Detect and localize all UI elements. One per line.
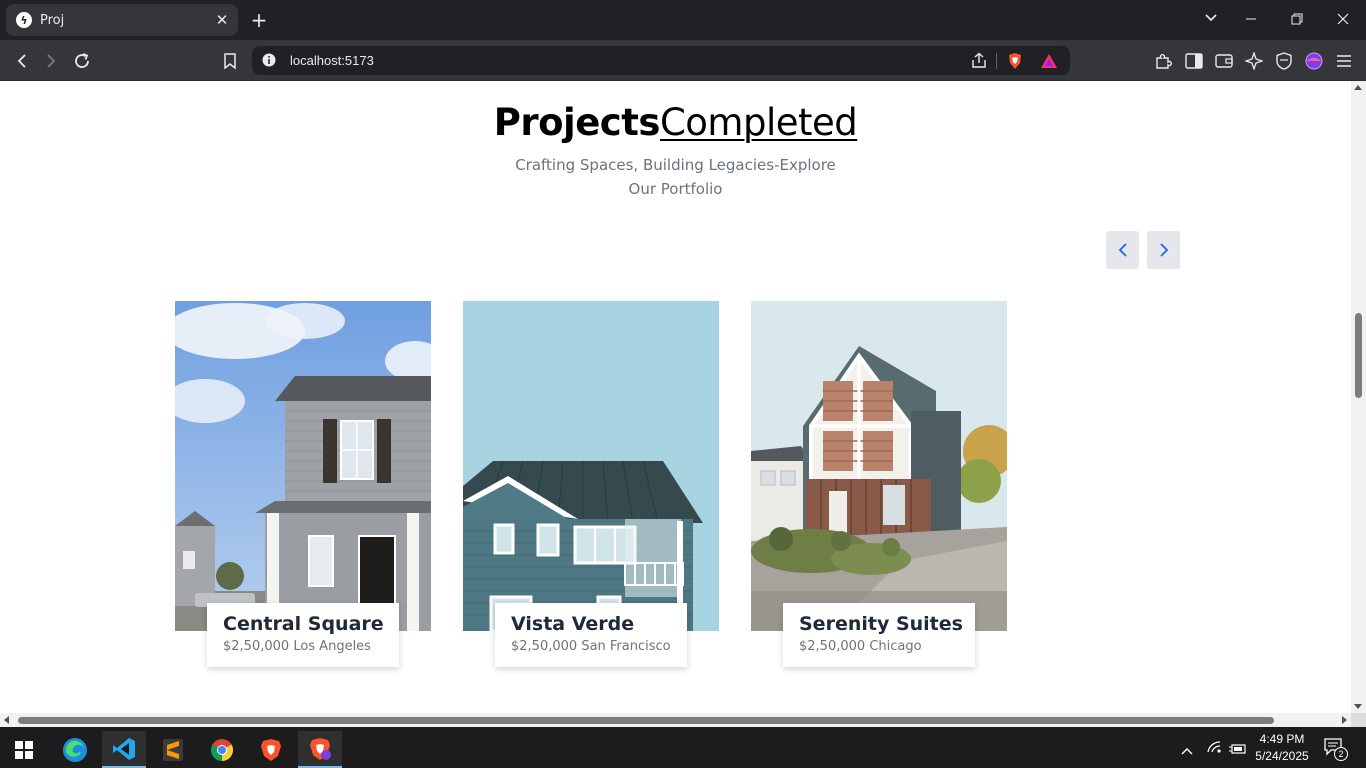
vscode-icon[interactable] xyxy=(102,731,146,768)
tab-search-chevron-icon[interactable] xyxy=(1199,8,1223,32)
chevron-right-icon xyxy=(1159,243,1168,257)
project-location: Chicago xyxy=(869,639,922,654)
clock-time[interactable]: 4:49 PM xyxy=(1252,732,1312,746)
url-text: localhost:5173 xyxy=(290,53,374,68)
project-name: Serenity Suites xyxy=(799,613,963,635)
next-button[interactable] xyxy=(1147,231,1180,269)
project-name: Vista Verde xyxy=(511,613,635,635)
wallet-icon[interactable] xyxy=(1211,48,1237,74)
scroll-down-arrow-icon[interactable] xyxy=(1354,704,1362,709)
share-icon[interactable] xyxy=(970,52,988,70)
brave-shields-icon[interactable] xyxy=(1006,52,1024,70)
bolt-favicon-icon: ϟ xyxy=(16,12,32,28)
project-meta: $2,50,000 Los Angeles xyxy=(223,639,383,654)
page-title: ProjectsCompleted xyxy=(0,101,1351,144)
project-price: $2,50,000 xyxy=(799,639,866,654)
project-info-box: Vista Verde $2,50,000 San Francisco xyxy=(495,603,687,667)
bookmark-icon[interactable] xyxy=(217,48,243,74)
project-location: San Francisco xyxy=(581,639,671,654)
vertical-scroll-thumb[interactable] xyxy=(1355,313,1362,398)
scroll-up-arrow-icon[interactable] xyxy=(1354,85,1362,90)
forward-icon[interactable] xyxy=(38,48,64,74)
edge-browser-icon[interactable] xyxy=(53,731,97,768)
project-image-central-square xyxy=(175,301,431,631)
project-card[interactable]: Vista Verde $2,50,000 San Francisco xyxy=(463,301,719,667)
project-price: $2,50,000 xyxy=(223,639,290,654)
browser-tab[interactable]: ϟ Proj ✕ xyxy=(6,4,238,36)
project-card[interactable]: Central Square $2,50,000 Los Angeles xyxy=(175,301,431,667)
clock-date[interactable]: 5/24/2025 xyxy=(1250,749,1314,763)
prev-button[interactable] xyxy=(1106,231,1139,269)
vertical-scrollbar[interactable] xyxy=(1351,81,1366,713)
title-bold: Projects xyxy=(493,101,661,144)
vpn-shield-icon[interactable] xyxy=(1271,48,1297,74)
profile-avatar-icon[interactable] xyxy=(1301,48,1327,74)
project-price: $2,50,000 xyxy=(511,639,578,654)
project-meta: $2,50,000 San Francisco xyxy=(511,639,671,654)
scroll-left-arrow-icon[interactable] xyxy=(4,716,9,724)
project-card[interactable]: Serenity Suites $2,50,000 Chicago xyxy=(751,301,1007,667)
horizontal-scrollbar[interactable] xyxy=(0,713,1351,727)
hidden-icons-chevron-icon[interactable] xyxy=(1180,741,1194,760)
menu-icon[interactable] xyxy=(1331,48,1357,74)
chrome-icon[interactable] xyxy=(200,731,244,768)
restore-icon[interactable] xyxy=(1285,8,1309,32)
windows-taskbar: 4:49 PM 5/24/2025 2 xyxy=(0,727,1366,768)
project-location: Los Angeles xyxy=(293,639,371,654)
leo-ai-icon[interactable] xyxy=(1241,48,1267,74)
close-tab-icon[interactable]: ✕ xyxy=(210,11,234,29)
project-image-serenity-suites xyxy=(751,301,1007,631)
project-info-box: Serenity Suites $2,50,000 Chicago xyxy=(783,603,975,667)
battery-icon[interactable] xyxy=(1229,740,1247,759)
brave-rewards-icon[interactable] xyxy=(1040,52,1058,70)
back-icon[interactable] xyxy=(9,48,35,74)
new-tab-icon[interactable]: + xyxy=(248,8,270,32)
page-subtitle: Crafting Spaces, Building Legacies-Explo… xyxy=(515,156,836,198)
address-bar[interactable]: localhost:5173 xyxy=(252,46,1070,75)
project-name: Central Square xyxy=(223,613,384,635)
page-viewport: ProjectsCompleted Crafting Spaces, Build… xyxy=(0,81,1351,713)
notification-count-badge: 2 xyxy=(1334,747,1348,761)
extensions-icon[interactable] xyxy=(1150,48,1176,74)
reload-icon[interactable] xyxy=(69,48,95,74)
sidebar-icon[interactable] xyxy=(1181,48,1207,74)
horizontal-scroll-thumb[interactable] xyxy=(18,717,1274,724)
project-image-vista-verde xyxy=(463,301,719,631)
chevron-left-icon xyxy=(1118,243,1127,257)
title-underlined: Completed xyxy=(659,101,858,144)
scroll-right-arrow-icon[interactable] xyxy=(1342,716,1347,724)
project-meta: $2,50,000 Chicago xyxy=(799,639,959,654)
project-info-box: Central Square $2,50,000 Los Angeles xyxy=(207,603,399,667)
close-window-icon[interactable] xyxy=(1331,8,1355,32)
browser-toolbar: localhost:5173 1 xyxy=(0,40,1366,101)
sublime-text-icon[interactable] xyxy=(151,731,195,768)
omnibox-divider xyxy=(996,53,997,69)
browser-tab-bar: ϟ Proj ✕ + xyxy=(0,0,1366,40)
brave-browser-icon[interactable] xyxy=(249,731,293,768)
brave-active-window-icon[interactable] xyxy=(298,731,342,768)
wifi-icon[interactable] xyxy=(1206,739,1222,758)
windows-start-icon[interactable] xyxy=(2,731,46,768)
site-info-icon[interactable] xyxy=(262,53,276,67)
tab-title: Proj xyxy=(40,12,65,28)
scroll-corner xyxy=(1351,713,1366,727)
minimize-icon[interactable] xyxy=(1239,8,1263,32)
